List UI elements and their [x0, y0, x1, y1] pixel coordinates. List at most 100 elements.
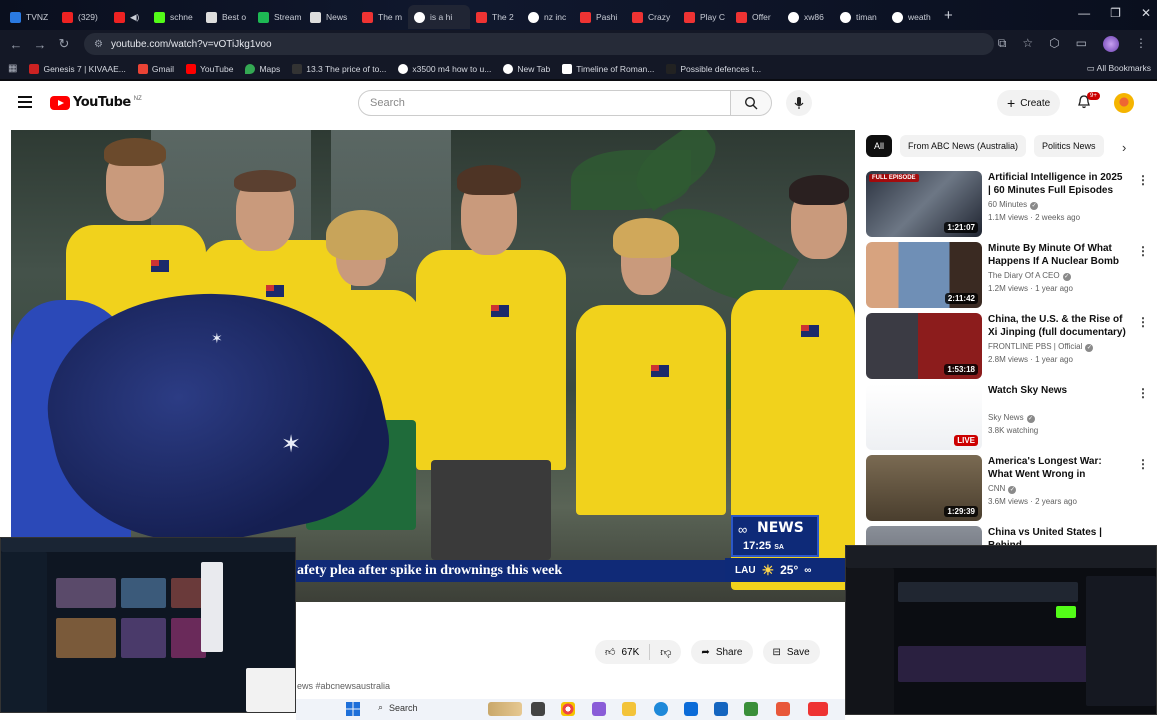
task-view-icon[interactable] — [531, 702, 545, 716]
more-options-icon[interactable]: ⋮ — [1137, 244, 1149, 258]
browser-tab[interactable]: ◀) — [108, 5, 148, 29]
recommendation-item[interactable]: China vs United States | Behind — [866, 526, 1151, 546]
edge-icon[interactable] — [654, 702, 668, 716]
chrome-menu-icon[interactable]: ⋮ — [1135, 36, 1147, 52]
bookmark-item[interactable]: 13.3 The price of to... — [292, 63, 386, 74]
store-icon[interactable] — [714, 702, 728, 716]
video-hashtags[interactable]: ews #abcnewsaustralia — [297, 681, 390, 691]
voice-search-button[interactable] — [786, 90, 812, 116]
bookmark-item[interactable]: Genesis 7 | KIVAAE... — [29, 63, 126, 74]
create-button[interactable]: + Create — [997, 90, 1061, 116]
video-player[interactable]: ✶ ✶ afety plea after spike in drownings … — [11, 130, 855, 602]
video-title[interactable]: Watch Sky News — [988, 384, 1128, 410]
browser-tab[interactable]: Play C — [678, 5, 730, 29]
browser-tab[interactable]: Crazy — [626, 5, 678, 29]
menu-hamburger-icon[interactable] — [18, 96, 32, 108]
extensions-icon[interactable]: ⬡ — [1049, 36, 1059, 52]
recommendation-item[interactable]: 2:11:42 Minute By Minute Of What Happens… — [866, 242, 1151, 308]
bookmark-item[interactable]: x3500 m4 how to u... — [398, 63, 491, 74]
close-window-icon[interactable]: ✕ — [1141, 6, 1151, 20]
video-thumbnail[interactable]: 1:53:18 — [866, 313, 982, 379]
back-arrow-icon[interactable]: ← — [4, 37, 28, 52]
browser-tab[interactable]: News — [304, 5, 356, 29]
all-bookmarks[interactable]: ▭ All Bookmarks — [1087, 63, 1151, 74]
app-icon[interactable] — [744, 702, 758, 716]
chip-all[interactable]: All — [866, 135, 893, 157]
channel-name[interactable]: FRONTLINE PBS | Official ✓ — [988, 342, 1094, 352]
recommendation-item[interactable]: FULL EPISODE 1:21:07 Artificial Intellig… — [866, 171, 1151, 237]
video-title[interactable]: America's Longest War: What Went Wrong i… — [988, 455, 1128, 481]
video-title[interactable]: Artificial Intelligence in 2025 | 60 Min… — [988, 171, 1128, 197]
browser-tab[interactable]: Offer — [730, 5, 782, 29]
youtube-logo[interactable]: YouTube NZ — [50, 95, 142, 110]
chrome-profile-avatar[interactable] — [1103, 36, 1119, 52]
video-thumbnail[interactable]: LIVE — [866, 384, 982, 450]
more-options-icon[interactable]: ⋮ — [1137, 315, 1149, 329]
channel-name[interactable]: The Diary Of A CEO ✓ — [988, 271, 1071, 281]
more-options-icon[interactable]: ⋮ — [1137, 173, 1149, 187]
bookmark-item[interactable]: Timeline of Roman... — [562, 63, 654, 74]
sidebar-icon[interactable]: ▭ — [1076, 36, 1087, 52]
recommendation-item[interactable]: 1:53:18 China, the U.S. & the Rise of Xi… — [866, 313, 1151, 379]
more-options-icon[interactable]: ⋮ — [1137, 457, 1149, 471]
browser-tab[interactable]: TVNZ — [4, 5, 56, 29]
browser-tab[interactable]: timan — [834, 5, 886, 29]
browser-tab[interactable]: Pashi — [574, 5, 626, 29]
file-explorer-icon[interactable] — [622, 702, 636, 716]
app-icon[interactable] — [776, 702, 790, 716]
video-title[interactable]: China vs United States | Behind — [988, 526, 1128, 546]
browser-tab[interactable]: Stream — [252, 5, 304, 29]
chevron-right-icon[interactable]: › — [1122, 140, 1126, 155]
minimize-icon[interactable]: — — [1078, 6, 1090, 20]
video-thumbnail[interactable]: FULL EPISODE 1:21:07 — [866, 171, 982, 237]
browser-tab[interactable]: The 2 — [470, 5, 522, 29]
browser-tab[interactable]: nz inc — [522, 5, 574, 29]
video-thumbnail[interactable] — [866, 526, 982, 546]
browser-tab[interactable]: The m — [356, 5, 408, 29]
dislike-button[interactable]: 👎︎ — [650, 646, 681, 659]
maximize-icon[interactable]: ❐ — [1110, 6, 1121, 20]
widgets-icon[interactable] — [488, 702, 522, 716]
search-button[interactable] — [730, 90, 772, 116]
video-title[interactable]: Minute By Minute Of What Happens If A Nu… — [988, 242, 1128, 268]
chrome-icon[interactable] — [561, 702, 575, 716]
user-avatar[interactable] — [1114, 93, 1134, 113]
search-input[interactable] — [370, 97, 700, 109]
recommendation-item[interactable]: 1:29:39 America's Longest War: What Went… — [866, 455, 1151, 521]
mail-icon[interactable] — [684, 702, 698, 716]
chip-from-abc-news[interactable]: From ABC News (Australia) — [900, 135, 1027, 157]
save-button[interactable]: ⊟ Save — [762, 640, 820, 664]
bookmark-item[interactable]: Possible defences t... — [666, 63, 761, 74]
video-thumbnail[interactable]: 1:29:39 — [866, 455, 982, 521]
reload-icon[interactable]: ↻ — [52, 36, 76, 52]
install-app-icon[interactable]: ⧉ — [998, 36, 1007, 52]
browser-tab-active[interactable]: is a hi — [408, 5, 470, 29]
browser-tab[interactable]: weath — [886, 5, 938, 29]
channel-name[interactable]: Sky News ✓ — [988, 413, 1035, 423]
browser-tab[interactable]: schne — [148, 5, 200, 29]
browser-tab[interactable]: Best o — [200, 5, 252, 29]
apps-grid-icon[interactable]: ▦ — [8, 63, 17, 74]
browser-tab[interactable]: (329) — [56, 5, 108, 29]
bookmark-item[interactable]: Gmail — [137, 63, 174, 74]
video-title[interactable]: China, the U.S. & the Rise of Xi Jinping… — [988, 313, 1128, 339]
new-tab-plus-icon[interactable]: + — [944, 7, 953, 24]
bookmark-item[interactable]: YouTube — [186, 63, 233, 74]
bookmark-item[interactable]: New Tab — [503, 63, 550, 74]
recommendation-item[interactable]: LIVE Watch Sky News Sky News ✓ 3.8K watch… — [866, 384, 1151, 450]
taskbar-search[interactable]: ⌕ Search — [378, 702, 418, 713]
site-info-icon[interactable]: ⚙ — [94, 39, 103, 50]
more-options-icon[interactable]: ⋮ — [1137, 386, 1149, 400]
forward-arrow-icon[interactable]: → — [28, 37, 52, 52]
channel-name[interactable]: 60 Minutes ✓ — [988, 200, 1039, 210]
chip-politics-news[interactable]: Politics News — [1034, 135, 1104, 157]
app-icon[interactable] — [808, 702, 828, 716]
like-button[interactable]: 👍︎ 67K — [595, 644, 651, 660]
browser-tab[interactable]: xw86 — [782, 5, 834, 29]
bookmark-item[interactable]: Maps — [245, 63, 280, 74]
share-button[interactable]: ➦ Share — [691, 640, 753, 664]
bookmark-star-icon[interactable]: ☆ — [1022, 36, 1033, 52]
app-icon[interactable] — [592, 702, 606, 716]
omnibox[interactable]: ⚙ youtube.com/watch?v=vOTiJkg1voo — [84, 33, 994, 55]
channel-name[interactable]: CNN ✓ — [988, 484, 1017, 494]
